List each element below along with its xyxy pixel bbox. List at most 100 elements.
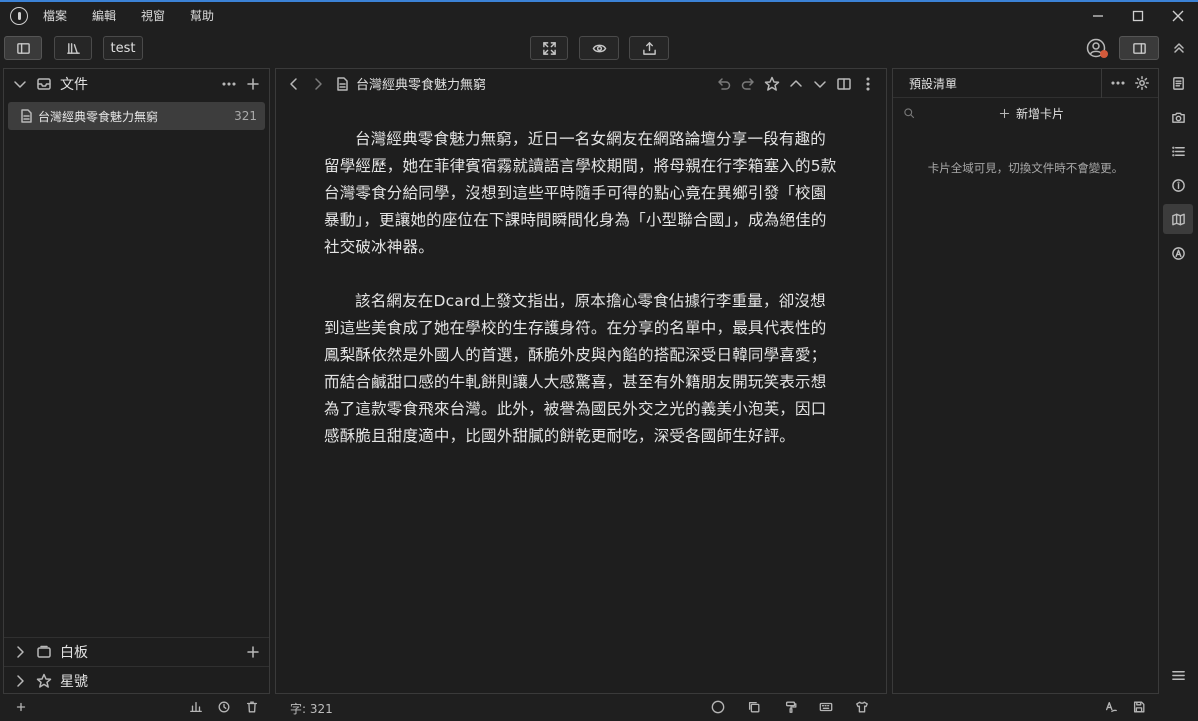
paragraph[interactable]: 該名網友在Dcard上發文指出，原本擔心零食佔據行李重量，卻沒想到這些美食成了她… [324, 288, 838, 450]
history-icon[interactable] [217, 700, 231, 718]
files-section-header[interactable]: 文件 [4, 69, 269, 98]
inbox-icon [36, 76, 52, 92]
split-view-icon[interactable] [836, 76, 852, 92]
star-icon[interactable] [764, 76, 780, 92]
upload-icon [642, 41, 656, 55]
map-icon [1171, 213, 1185, 225]
document-icon [334, 76, 350, 92]
info-icon [1171, 178, 1185, 192]
file-list-item[interactable]: 台灣經典零食魅力無窮 321 [8, 102, 265, 130]
eye-icon [592, 44, 606, 52]
back-icon[interactable] [286, 76, 302, 92]
menu-edit[interactable]: 編輯 [92, 7, 116, 24]
outline-button[interactable] [1163, 136, 1193, 166]
sidebar-right-icon [1132, 42, 1146, 54]
app-logo-icon [10, 6, 28, 25]
snapshot-button[interactable] [1163, 102, 1193, 132]
chevron-right-icon[interactable] [12, 644, 28, 660]
focus-mode-button[interactable] [530, 36, 568, 60]
window-controls [1078, 2, 1198, 29]
alert-badge [1100, 50, 1108, 58]
menu-file[interactable]: 檔案 [43, 7, 67, 24]
plus-icon [999, 108, 1010, 119]
add-card-label: 新增卡片 [1015, 106, 1064, 121]
redo-icon[interactable] [740, 76, 756, 92]
close-window-button[interactable] [1158, 2, 1198, 29]
editor-panel: 台灣經典零食魅力無窮 台灣經典零食魅力無窮，近日一名女網友在網路論壇分享一段有趣… [275, 68, 887, 694]
library-icon [66, 42, 80, 54]
card-empty-message: 卡片全域可見，切換文件時不會變更。 [927, 161, 1124, 175]
minimize-button[interactable] [1078, 2, 1118, 29]
keyboard-icon[interactable] [819, 700, 833, 718]
menu-window[interactable]: 視窗 [141, 7, 165, 24]
file-name: 台灣經典零食魅力無窮 [38, 109, 159, 124]
document-icon [18, 108, 34, 124]
maximize-button[interactable] [1118, 2, 1158, 29]
document-lines-icon [1172, 76, 1184, 90]
status-bar: 字: 321 [0, 697, 1198, 719]
add-file-icon[interactable] [245, 76, 261, 92]
whiteboard-section-header[interactable]: 白板 [4, 637, 269, 666]
trash-icon[interactable] [245, 700, 259, 718]
more-icon[interactable] [221, 76, 237, 92]
paint-roller-icon[interactable] [784, 700, 798, 718]
paragraph[interactable]: 台灣經典零食魅力無窮，近日一名女網友在網路論壇分享一段有趣的留學經歷，她在菲律賓… [324, 126, 838, 261]
collapse-toolbar-button[interactable] [1171, 40, 1187, 56]
copy-icon[interactable] [747, 700, 761, 718]
file-sidebar: 文件 台灣經典零食魅力無窮 321 白板 星號 [3, 68, 270, 694]
toggle-left-sidebar-button[interactable] [4, 36, 42, 60]
add-card-button[interactable]: 新增卡片 [999, 105, 1064, 122]
map-button[interactable] [1163, 204, 1193, 234]
starred-section-label: 星號 [60, 674, 88, 690]
list-icon [1171, 146, 1185, 156]
theme-shirt-icon[interactable] [855, 700, 869, 718]
format-button[interactable] [1163, 238, 1193, 268]
right-icon-bar [1163, 68, 1195, 694]
sync-status-icon[interactable] [711, 700, 725, 718]
library-button[interactable] [54, 36, 92, 60]
add-icon[interactable] [14, 700, 28, 718]
spellcheck-icon[interactable] [1104, 700, 1118, 718]
tab-test[interactable]: test [103, 36, 143, 60]
preview-button[interactable] [579, 36, 619, 60]
undo-icon[interactable] [716, 76, 732, 92]
search-icon[interactable] [903, 107, 915, 119]
card-toolbar: 新增卡片 [893, 98, 1158, 128]
account-button[interactable] [1086, 38, 1108, 58]
format-icon [1171, 246, 1185, 260]
whiteboard-icon [36, 644, 52, 660]
sidebar-left-icon [16, 42, 30, 54]
editor-body[interactable]: 台灣經典零食魅力無窮，近日一名女網友在網路論壇分享一段有趣的留學經歷，她在菲律賓… [276, 126, 886, 450]
chevrons-up-icon [1174, 43, 1184, 53]
file-word-count: 321 [234, 109, 257, 123]
toggle-right-sidebar-button[interactable] [1119, 36, 1159, 60]
vertical-more-icon[interactable] [860, 76, 876, 92]
starred-section-header[interactable]: 星號 [4, 666, 269, 695]
chevron-right-icon[interactable] [12, 673, 28, 689]
chevron-up-icon[interactable] [788, 76, 804, 92]
forward-icon[interactable] [310, 76, 326, 92]
chevron-down-icon[interactable] [812, 76, 828, 92]
outline-doc-button[interactable] [1163, 68, 1193, 98]
export-button[interactable] [629, 36, 669, 60]
stats-icon[interactable] [189, 700, 203, 718]
word-count: 字: 321 [290, 702, 333, 716]
editor-header: 台灣經典零食魅力無窮 [276, 69, 886, 98]
menu-button[interactable] [1163, 660, 1193, 690]
info-button[interactable] [1163, 170, 1193, 200]
document-title: 台灣經典零食魅力無窮 [356, 78, 487, 93]
save-icon[interactable] [1132, 700, 1146, 718]
more-icon[interactable] [1110, 75, 1126, 91]
star-icon [36, 673, 52, 689]
files-section-label: 文件 [60, 76, 88, 93]
menu-help[interactable]: 幫助 [190, 7, 214, 24]
card-list-title[interactable]: 預設清單 [909, 75, 957, 92]
camera-icon [1171, 112, 1185, 123]
card-panel: 預設清單 新增卡片 卡片全域可見，切換文件時不會變更。 [892, 68, 1159, 694]
expand-icon [542, 41, 556, 55]
card-panel-header: 預設清單 [893, 68, 1158, 98]
add-whiteboard-icon[interactable] [245, 644, 261, 660]
menubar: 檔案 編輯 視窗 幫助 [0, 2, 1198, 29]
chevron-down-icon[interactable] [12, 76, 28, 92]
settings-icon[interactable] [1134, 75, 1150, 91]
